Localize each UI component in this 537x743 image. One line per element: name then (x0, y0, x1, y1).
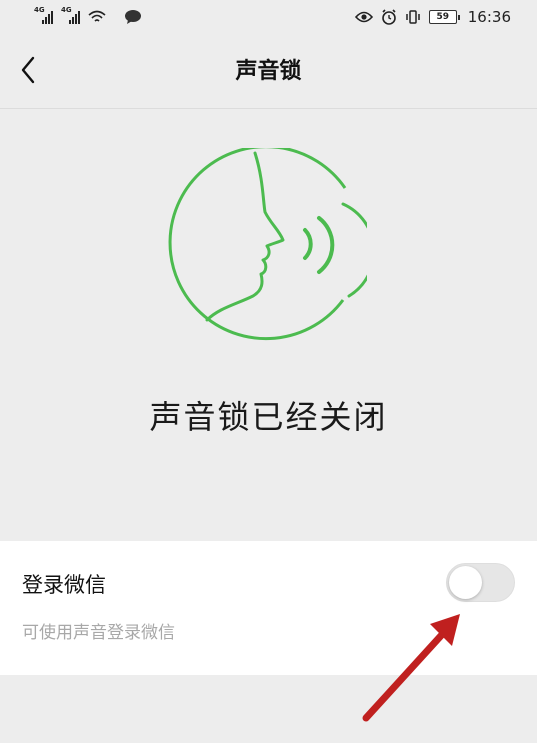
clock-time: 16:36 (467, 8, 511, 26)
battery-level: 59 (428, 10, 457, 24)
voice-lock-status-message: 声音锁已经关闭 (149, 398, 388, 436)
status-bar-left: 4G 4G (34, 6, 142, 25)
nav-bar: 声音锁 (0, 34, 537, 109)
setting-title: 登录微信 (22, 573, 106, 597)
battery-icon: 59 (428, 10, 460, 24)
status-bar-right: 59 16:36 (354, 8, 511, 26)
eye-icon (354, 11, 373, 23)
back-button[interactable] (10, 50, 46, 90)
network-type-label: 4G (34, 6, 45, 14)
chevron-left-icon (21, 56, 35, 84)
page-title: 声音锁 (235, 59, 302, 84)
vibrate-icon (406, 10, 420, 24)
network-type-label: 4G (61, 6, 72, 14)
toggle-knob (449, 566, 482, 599)
setting-description: 可使用声音登录微信 (22, 623, 175, 643)
alarm-clock-icon (381, 9, 396, 25)
login-wechat-setting: 登录微信 可使用声音登录微信 (0, 541, 537, 675)
wifi-icon (88, 10, 106, 22)
cellular-signal-icon: 4G (34, 6, 53, 24)
voice-face-icon (168, 148, 367, 341)
cellular-signal-icon: 4G (61, 6, 80, 24)
chat-bubble-icon (125, 10, 141, 24)
login-wechat-toggle[interactable] (446, 563, 515, 602)
status-bar: 4G 4G 59 16:36 (0, 0, 537, 34)
